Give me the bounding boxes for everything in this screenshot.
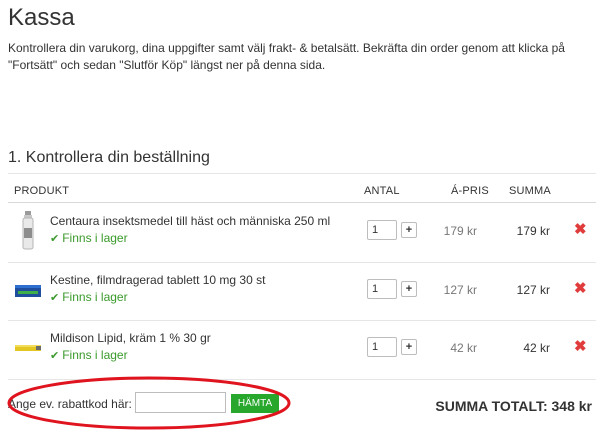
remove-item-icon[interactable]: ✖ bbox=[574, 220, 587, 238]
stock-status-label: Finns i lager bbox=[62, 231, 128, 245]
line-sum: 127 kr bbox=[516, 283, 550, 297]
stock-status-label: Finns i lager bbox=[62, 348, 128, 362]
unit-price: 127 kr bbox=[443, 283, 477, 297]
unit-price: 179 kr bbox=[443, 224, 477, 238]
cream-tube-icon bbox=[15, 345, 41, 351]
blister-pack-icon bbox=[15, 285, 41, 297]
increase-quantity-button[interactable]: + bbox=[401, 281, 417, 297]
cart-row: Kestine, filmdragerad tablett 10 mg 30 s… bbox=[0, 263, 600, 321]
quantity-input[interactable] bbox=[367, 279, 397, 299]
remove-item-icon[interactable]: ✖ bbox=[574, 279, 587, 297]
cart-row: Centaura insektsmedel till häst och männ… bbox=[0, 204, 600, 262]
product-name[interactable]: Mildison Lipid, kräm 1 % 30 gr bbox=[50, 331, 211, 345]
page-title: Kassa bbox=[8, 4, 75, 31]
unit-price: 42 kr bbox=[450, 341, 477, 355]
column-header-quantity: ANTAL bbox=[364, 185, 400, 197]
section-divider bbox=[8, 173, 596, 174]
check-icon: ✔ bbox=[50, 350, 60, 362]
column-header-sum: SUMMA bbox=[509, 185, 551, 197]
spray-bottle-icon bbox=[22, 211, 34, 250]
column-header-unit-price: Á-PRIS bbox=[451, 185, 489, 197]
product-name[interactable]: Centaura insektsmedel till häst och männ… bbox=[50, 214, 330, 228]
increase-quantity-button[interactable]: + bbox=[401, 339, 417, 355]
column-header-product: PRODUKT bbox=[14, 185, 70, 197]
stock-status: ✔ Finns i lager bbox=[50, 231, 128, 245]
checkout-instructions: Kontrollera din varukorg, dina uppgifter… bbox=[8, 41, 565, 72]
stock-status: ✔ Finns i lager bbox=[50, 348, 128, 362]
remove-item-icon[interactable]: ✖ bbox=[574, 337, 587, 355]
cart-row: Mildison Lipid, kräm 1 % 30 gr ✔ Finns i … bbox=[0, 321, 600, 379]
line-sum: 179 kr bbox=[516, 224, 550, 238]
stock-status-label: Finns i lager bbox=[62, 290, 128, 304]
table-header-divider bbox=[8, 202, 596, 203]
check-icon: ✔ bbox=[50, 233, 60, 245]
section-title-review-order: 1. Kontrollera din beställning bbox=[8, 149, 210, 166]
quantity-input[interactable] bbox=[367, 220, 397, 240]
line-sum: 42 kr bbox=[523, 341, 550, 355]
quantity-input[interactable] bbox=[367, 337, 397, 357]
increase-quantity-button[interactable]: + bbox=[401, 222, 417, 238]
order-total: SUMMA TOTALT: 348 kr bbox=[435, 398, 592, 414]
product-name[interactable]: Kestine, filmdragerad tablett 10 mg 30 s… bbox=[50, 273, 265, 287]
annotation-ellipse bbox=[7, 376, 291, 430]
stock-status: ✔ Finns i lager bbox=[50, 290, 128, 304]
check-icon: ✔ bbox=[50, 292, 60, 304]
